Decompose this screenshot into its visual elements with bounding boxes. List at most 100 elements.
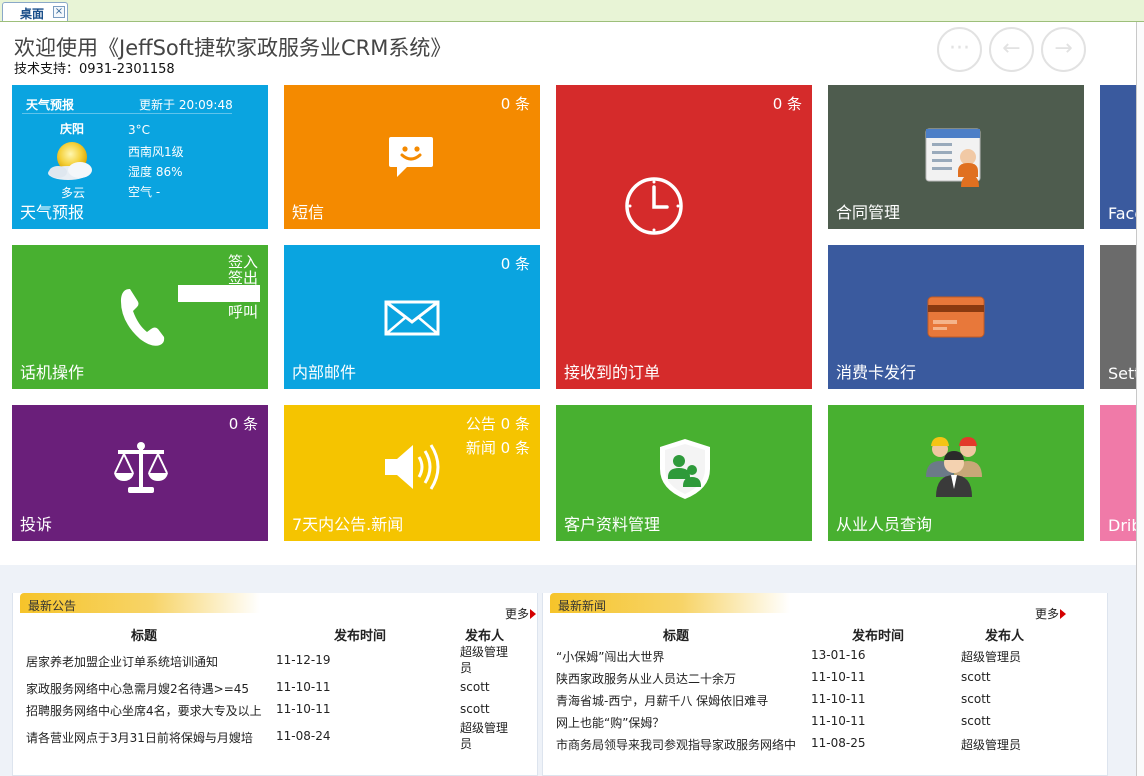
notice-news-count: 新闻 0 条	[465, 439, 530, 457]
announcement-title[interactable]: 家政服务网络中心急需月嫂2名待遇>=45	[26, 680, 249, 697]
news-item-date: 11-10-11	[811, 692, 866, 706]
announcements-more-label: 更多	[505, 607, 530, 621]
weather-title: 天气预报	[26, 98, 75, 112]
news-item-title[interactable]: “小保姆”闯出大世界	[556, 648, 664, 665]
tile-phone-label: 话机操作	[20, 363, 85, 382]
announcement-author: 超级管理员	[460, 721, 509, 751]
arrow-right-icon	[1060, 609, 1067, 619]
announcements-more-link[interactable]: 更多	[505, 605, 537, 622]
tab-strip: 桌面 ×	[0, 0, 1144, 22]
tile-orders-label: 接收到的订单	[564, 363, 661, 382]
arrow-right-icon[interactable]: →	[1041, 27, 1086, 72]
call-button[interactable]: 呼叫	[228, 301, 258, 322]
tile-drib[interactable]: Drib	[1100, 405, 1136, 541]
tile-drib-label: Drib	[1108, 516, 1136, 535]
customer-shield-icon	[660, 439, 710, 499]
news-item-author: 超级管理员	[961, 650, 1022, 664]
partly-cloudy-icon	[48, 142, 92, 180]
announcement-title[interactable]: 招聘服务网络中心坐席4名，要求大专及以上	[26, 702, 262, 719]
weather-updated: 更新于 20:09:48	[139, 98, 233, 112]
tile-customer-label: 客户资料管理	[564, 515, 661, 534]
tile-notice[interactable]: 公告 0 条 新闻 0 条 7天内公告.新闻	[284, 405, 540, 541]
tab-desktop-label: 桌面	[20, 7, 45, 21]
news-item-date: 11-08-25	[811, 736, 866, 750]
phone-number-input[interactable]	[178, 285, 260, 302]
announcements-col-author: 发布人	[465, 629, 505, 644]
complaint-count: 0 条	[228, 415, 258, 433]
news-more-link[interactable]: 更多	[1035, 605, 1067, 622]
orders-count: 0 条	[772, 95, 802, 113]
tile-settings[interactable]: Setti	[1100, 245, 1136, 389]
close-icon[interactable]: ×	[53, 6, 65, 18]
news-item-author: 超级管理员	[961, 738, 1022, 752]
tile-weather-label: 天气预报	[20, 203, 85, 222]
envelope-icon	[384, 300, 440, 336]
tile-complaint[interactable]: 0 条 投诉	[12, 405, 268, 541]
tile-phone[interactable]: 签入 签出 呼叫 话机操作	[12, 245, 268, 389]
news-item-title[interactable]: 陕西家政服务从业人员达二十余万	[556, 670, 736, 687]
weather-humidity: 湿度 86%	[128, 165, 183, 179]
news-title: 最新新闻	[558, 599, 607, 613]
announcement-author: 超级管理员	[460, 645, 509, 675]
weather-air: 空气 -	[128, 185, 161, 199]
tile-staff[interactable]: 从业人员查询	[828, 405, 1084, 541]
news-col-title: 标题	[663, 629, 690, 644]
weather-temp: 3°C	[128, 123, 151, 137]
news-item-date: 11-10-11	[811, 670, 866, 684]
speaker-icon	[385, 444, 440, 490]
phone-icon	[120, 289, 165, 346]
announcement-date: 11-08-24	[276, 729, 331, 743]
announcements-col-date: 发布时间	[334, 629, 387, 644]
more-icon[interactable]: ···	[937, 27, 982, 72]
tile-contract[interactable]: 合同管理	[828, 85, 1084, 229]
arrow-right-icon	[530, 609, 537, 619]
announcement-date: 11-10-11	[276, 680, 331, 694]
tile-mail[interactable]: 0 条 内部邮件	[284, 245, 540, 389]
announcement-author: scott	[460, 702, 490, 716]
arrow-left-icon[interactable]: ←	[989, 27, 1034, 72]
tile-face-label: Face	[1108, 204, 1136, 223]
news-item-author: scott	[961, 692, 991, 706]
announcement-author: scott	[460, 680, 490, 694]
tile-face[interactable]: Face	[1100, 85, 1136, 229]
tab-desktop[interactable]: 桌面 ×	[2, 2, 68, 21]
news-item-date: 13-01-16	[811, 648, 866, 662]
workers-icon	[926, 437, 982, 497]
announcement-date: 11-12-19	[276, 653, 331, 667]
support-phone: 技术支持：0931-2301158	[14, 62, 175, 77]
news-item-author: scott	[961, 670, 991, 684]
tile-orders[interactable]: 0 条 接收到的订单	[556, 85, 812, 389]
mail-count: 0 条	[500, 255, 530, 273]
weather-wind: 西南风1级	[128, 145, 184, 159]
tile-sms-label: 短信	[292, 203, 325, 222]
weather-city: 庆阳	[60, 122, 85, 136]
tile-weather[interactable]: 天气预报 更新于 20:09:48 庆阳 多云 3°C 西南风1级 湿度 86%…	[12, 85, 268, 229]
announcements-col-title: 标题	[131, 629, 158, 644]
tile-staff-label: 从业人员查询	[836, 515, 933, 534]
announcement-date: 11-10-11	[276, 702, 331, 716]
notice-announce-count: 公告 0 条	[465, 415, 530, 433]
tile-mail-label: 内部邮件	[292, 363, 357, 382]
scrollbar[interactable]	[1136, 22, 1144, 776]
divider	[22, 113, 232, 114]
tile-customer[interactable]: 客户资料管理	[556, 405, 812, 541]
tile-notice-label: 7天内公告.新闻	[292, 515, 404, 534]
tile-complaint-label: 投诉	[20, 515, 53, 534]
news-item-title[interactable]: 网上也能“购”保姆？	[556, 714, 664, 731]
announcements-title: 最新公告	[28, 599, 77, 613]
tile-card[interactable]: 消费卡发行	[828, 245, 1084, 389]
clock-icon	[625, 177, 683, 235]
tile-sms[interactable]: 0 条 短信	[284, 85, 540, 229]
news-item-author: scott	[961, 714, 991, 728]
notice-count: 公告 0 条 新闻 0 条	[466, 412, 530, 460]
news-col-author: 发布人	[985, 629, 1025, 644]
announcement-title[interactable]: 请各营业网点于3月31日前将保姆与月嫂培	[26, 729, 253, 746]
tile-contract-label: 合同管理	[836, 203, 901, 222]
news-item-title[interactable]: 青海省城-西宁，月薪千八 保姆依旧难寻	[556, 692, 768, 709]
news-item-title[interactable]: 市商务局领导来我司参观指导家政服务网络中	[556, 736, 796, 753]
news-more-label: 更多	[1035, 607, 1060, 621]
announcement-title[interactable]: 居家养老加盟企业订单系统培训通知	[26, 653, 218, 670]
chat-bubble-icon	[389, 137, 433, 177]
news-col-date: 发布时间	[852, 629, 905, 644]
tile-settings-label: Setti	[1108, 364, 1136, 383]
